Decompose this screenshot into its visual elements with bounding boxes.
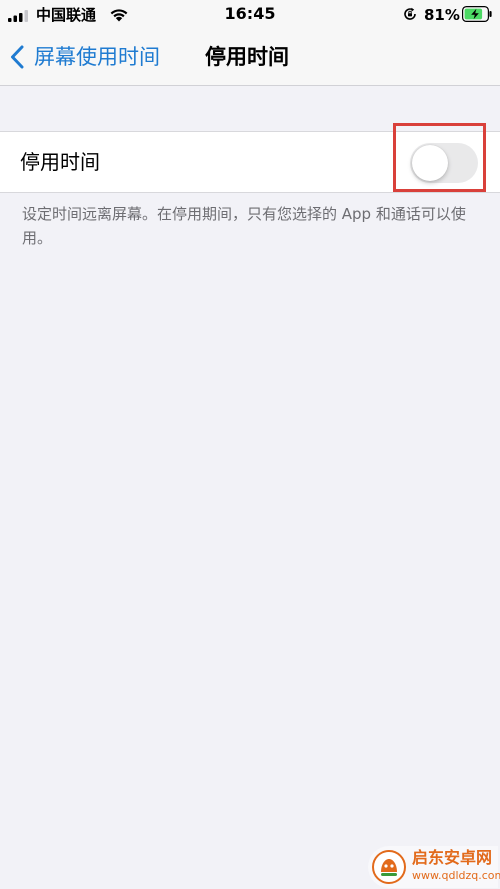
downtime-description: 设定时间远离屏幕。在停用期间，只有您选择的 App 和通话可以使用。 [22, 205, 466, 247]
downtime-toggle[interactable] [410, 143, 478, 183]
watermark: 启东安卓网 www.qdldzq.com [368, 846, 500, 888]
orientation-lock-icon [404, 7, 416, 20]
back-button-label: 屏幕使用时间 [34, 45, 160, 69]
downtime-label: 停用时间 [20, 150, 100, 174]
downtime-row: 停用时间 [0, 131, 500, 193]
status-bar: 中国联通 16:45 81% [0, 0, 500, 30]
page-title: 停用时间 [205, 45, 289, 69]
battery-percentage: 81% [424, 6, 460, 24]
navigation-bar: 屏幕使用时间 停用时间 [0, 30, 500, 86]
battery-charging-icon [462, 6, 492, 22]
watermark-url: www.qdldzq.com [412, 869, 500, 882]
watermark-logo-icon [372, 850, 406, 884]
back-button[interactable]: 屏幕使用时间 [10, 40, 160, 74]
watermark-name: 启东安卓网 [412, 848, 493, 867]
toggle-knob [412, 145, 448, 181]
chevron-left-icon [11, 45, 24, 69]
